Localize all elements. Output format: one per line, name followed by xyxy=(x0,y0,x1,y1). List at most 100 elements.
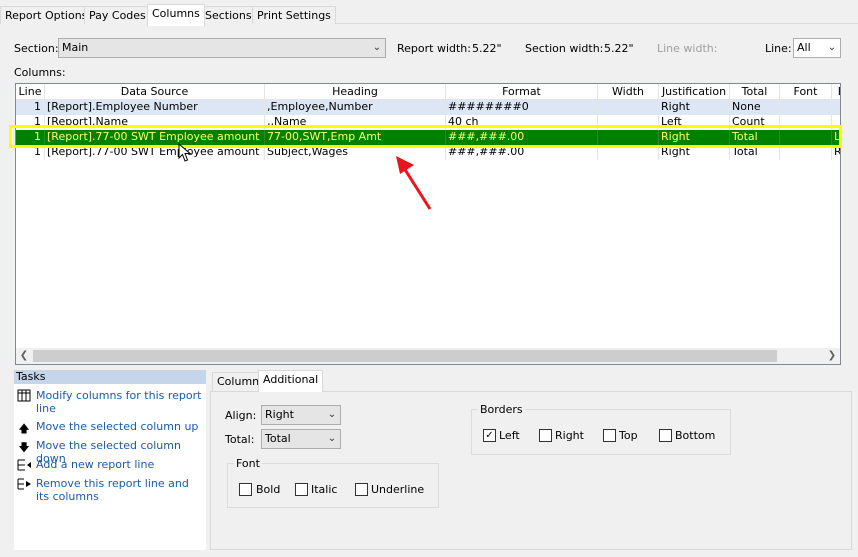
font-group-title: Font xyxy=(234,457,262,470)
cell-line: 1 xyxy=(16,130,45,145)
report-width-value: 5.22" xyxy=(472,42,502,55)
tab-print-settings[interactable]: Print Settings xyxy=(252,6,336,25)
cell-justification: Right xyxy=(659,145,730,160)
cell-heading: 77-00,SWT,Emp Amt xyxy=(265,130,446,145)
border-top-checkbox[interactable] xyxy=(603,429,616,442)
chevron-down-icon: ⌄ xyxy=(372,42,382,53)
red-arrow-annotation-icon xyxy=(396,156,432,210)
check-icon: ✓ xyxy=(485,430,494,441)
grid-horizontal-scrollbar[interactable]: ❮ ❯ xyxy=(16,348,840,364)
header-heading[interactable]: Heading xyxy=(265,84,446,100)
task-label: Move the selected column up xyxy=(36,420,199,433)
header-line[interactable]: Line xyxy=(16,84,45,100)
align-dropdown[interactable]: Right ⌄ xyxy=(261,405,341,425)
border-right-checkbox[interactable] xyxy=(539,429,552,442)
task-add-line[interactable]: Add a new report line xyxy=(14,458,206,472)
cell-total: Count xyxy=(730,115,780,130)
borders-group: Borders ✓ Left Right Top Bottom xyxy=(471,403,731,455)
scroll-left-icon[interactable]: ❮ xyxy=(16,348,32,364)
cell-font xyxy=(780,130,832,145)
arrow-down-icon: 🡇 xyxy=(18,441,30,454)
cell-format: ########0 xyxy=(446,100,598,115)
header-border[interactable]: B xyxy=(832,84,840,100)
border-bottom-checkbox[interactable] xyxy=(659,429,672,442)
additional-panel: Align: Right ⌄ Total: Total ⌄ Font Bold … xyxy=(210,391,852,550)
header-format[interactable]: Format xyxy=(446,84,598,100)
cell-justification: Left xyxy=(659,115,730,130)
section-dropdown-value: Main xyxy=(62,41,89,54)
header-total[interactable]: Total xyxy=(730,84,780,100)
header-justification[interactable]: Justification xyxy=(659,84,730,100)
underline-label: Underline xyxy=(371,483,425,496)
italic-checkbox[interactable] xyxy=(295,483,308,496)
align-label: Align: xyxy=(225,409,257,422)
tab-columns[interactable]: Columns xyxy=(147,4,205,26)
total-dropdown[interactable]: Total ⌄ xyxy=(261,429,341,449)
cell-heading: ,,Name xyxy=(265,115,446,130)
cell-border: L xyxy=(832,130,840,145)
chevron-down-icon: ⌄ xyxy=(327,409,337,420)
cell-font xyxy=(780,100,832,115)
main-tab-strip: Report Options Pay Codes Columns Section… xyxy=(0,4,858,26)
task-move-down[interactable]: 🡇 Move the selected column down xyxy=(14,439,206,465)
cell-total: None xyxy=(730,100,780,115)
border-left-checkbox[interactable]: ✓ xyxy=(483,429,496,442)
cell-data-source: [Report].77-00 SWT Employee amount xyxy=(45,130,265,145)
remove-line-icon xyxy=(16,477,32,491)
header-data-source[interactable]: Data Source xyxy=(45,84,265,100)
tasks-pane: Tasks Modify columns for this report lin… xyxy=(14,370,206,550)
task-remove-line[interactable]: Remove this report line and its columns xyxy=(14,477,206,505)
scrollbar-thumb[interactable] xyxy=(33,350,777,362)
cell-border xyxy=(832,100,840,115)
report-width-label: Report width: xyxy=(397,42,471,55)
bold-checkbox[interactable] xyxy=(239,483,252,496)
header-font[interactable]: Font xyxy=(780,84,832,100)
cell-total: Total xyxy=(730,145,780,160)
cell-data-source: [Report].Employee Number xyxy=(45,100,265,115)
tab-column[interactable]: Column xyxy=(212,372,265,391)
tab-pay-codes[interactable]: Pay Codes xyxy=(84,6,151,25)
line-label: Line: xyxy=(765,42,792,55)
bold-label: Bold xyxy=(256,483,281,496)
header-width[interactable]: Width xyxy=(598,84,659,100)
cell-width xyxy=(598,115,659,130)
tab-additional[interactable]: Additional xyxy=(258,370,324,392)
task-label: Modify columns for this report line xyxy=(36,389,202,415)
task-modify-columns[interactable]: Modify columns for this report line xyxy=(14,389,206,415)
line-width-label: Line width: xyxy=(657,42,718,55)
tasks-title: Tasks xyxy=(14,370,206,384)
cell-justification: Right xyxy=(659,100,730,115)
tab-sections[interactable]: Sections xyxy=(200,6,257,25)
cell-font xyxy=(780,145,832,160)
underline-checkbox[interactable] xyxy=(355,483,368,496)
table-row[interactable]: 1 [Report].Name ,,Name 40 ch Left Count xyxy=(16,115,840,130)
tab-report-options[interactable]: Report Options xyxy=(0,6,93,25)
chevron-down-icon: ⌄ xyxy=(327,433,337,444)
scroll-right-icon[interactable]: ❯ xyxy=(824,348,840,364)
table-edit-icon xyxy=(16,389,32,403)
cell-heading: ,Employee,Number xyxy=(265,100,446,115)
total-dropdown-value: Total xyxy=(265,432,291,445)
border-top-label: Top xyxy=(619,429,638,442)
table-row-selected[interactable]: 1 [Report].77-00 SWT Employee amount 77-… xyxy=(16,130,840,145)
task-move-up[interactable]: 🡅 Move the selected column up xyxy=(14,420,206,435)
align-dropdown-value: Right xyxy=(265,408,294,421)
line-dropdown[interactable]: All ⌄ xyxy=(793,38,841,58)
task-label: Add a new report line xyxy=(36,458,155,471)
borders-group-title: Borders xyxy=(478,403,525,416)
table-row[interactable]: 1 [Report].Employee Number ,Employee,Num… xyxy=(16,100,840,115)
section-dropdown[interactable]: Main ⌄ xyxy=(58,38,386,58)
cell-data-source: [Report].77-00 SWT Employee amount used xyxy=(45,145,265,160)
cell-format: 40 ch xyxy=(446,115,598,130)
chevron-down-icon: ⌄ xyxy=(827,42,837,53)
section-width-label: Section width: xyxy=(525,42,604,55)
task-label: Remove this report line and its columns xyxy=(36,477,189,503)
cell-line: 1 xyxy=(16,100,45,115)
cell-justification: Right xyxy=(659,130,730,145)
cell-line: 1 xyxy=(16,145,45,160)
columns-grid[interactable]: Line Data Source Heading Format Width Ju… xyxy=(15,83,841,365)
border-bottom-label: Bottom xyxy=(675,429,716,442)
mouse-cursor-icon xyxy=(178,143,192,162)
cell-border xyxy=(832,115,840,130)
cell-font xyxy=(780,115,832,130)
